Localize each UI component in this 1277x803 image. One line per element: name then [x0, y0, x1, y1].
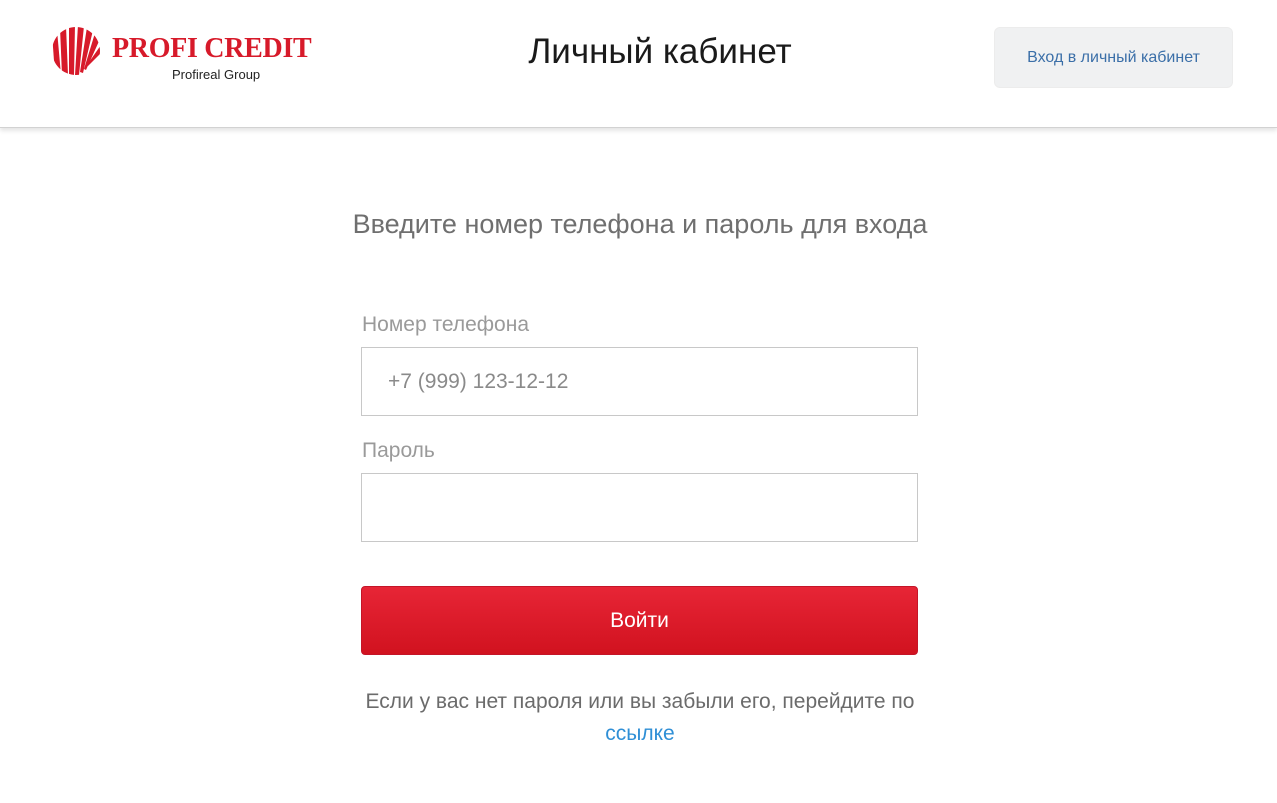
brand-group: Profireal Group	[172, 67, 261, 82]
brand-logo[interactable]: PROFI CREDIT Profireal Group	[50, 25, 330, 85]
password-field-label: Пароль	[362, 439, 435, 462]
password-help-message: Если у вас нет пароля или вы забыли его,…	[365, 690, 915, 713]
brand-name: PROFI CREDIT	[112, 33, 312, 64]
password-input[interactable]	[361, 473, 918, 542]
password-recovery-link[interactable]: ссылке	[605, 722, 674, 745]
site-header: PROFI CREDIT Profireal Group Личный каби…	[0, 0, 1277, 128]
form-heading: Введите номер телефона и пароль для вход…	[352, 209, 928, 239]
password-help-text: Если у вас нет пароля или вы забыли его,…	[340, 686, 940, 750]
login-submit-button[interactable]: Войти	[361, 586, 918, 655]
personal-account-login-button[interactable]: Вход в личный кабинет	[994, 27, 1233, 88]
radiating-stripes-logo-icon	[52, 27, 100, 75]
phone-field-label: Номер телефона	[362, 313, 530, 336]
page-title: Личный кабинет	[528, 32, 792, 71]
phone-input[interactable]	[361, 347, 918, 416]
